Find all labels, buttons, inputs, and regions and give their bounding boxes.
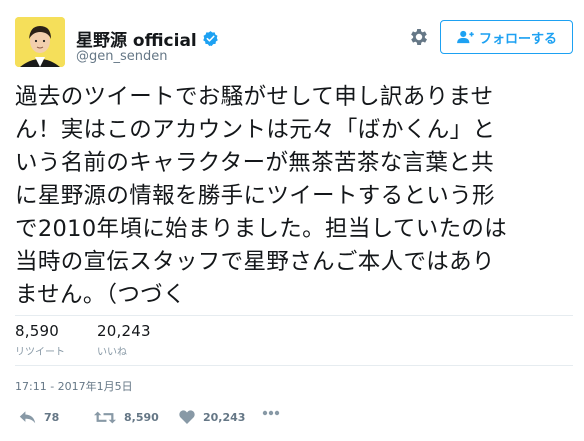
divider (15, 365, 573, 366)
retweet-label: リツイート (15, 347, 65, 358)
like-label: いいね (97, 347, 127, 358)
avatar[interactable] (15, 17, 65, 67)
retweet-action-count: 8,590 (124, 411, 159, 424)
like-action-count: 20,243 (203, 410, 246, 424)
tweet-text-line: ません。（つづく (15, 282, 186, 308)
verified-badge-icon (202, 30, 219, 47)
retweet-action[interactable]: 8,590 (94, 410, 159, 425)
display-name-text: 星野源 official (76, 31, 197, 51)
retweet-stat[interactable]: 8,590 リツイート (15, 322, 65, 358)
retweet-count: 8,590 (15, 322, 59, 340)
tweet-text: 過去のツイートでお騒がせして申し訳ありませ ん！実はこのアカウントは元々「ばかく… (15, 81, 573, 312)
tweet-text-line: で2010年頃に始まりました。担当していたのは (15, 216, 508, 242)
user-handle[interactable]: @gen_senden (76, 49, 168, 64)
gear-icon[interactable] (408, 26, 430, 48)
like-action[interactable]: 20,243 (179, 410, 245, 424)
follow-button[interactable]: フォローする (440, 20, 573, 54)
tweet-text-line: 過去のツイートでお騒がせして申し訳ありませ (15, 84, 494, 110)
tweet-text-line: 当時の宣伝スタッフで星野さんご本人ではあり (15, 249, 495, 275)
like-stat[interactable]: 20,243 いいね (97, 322, 151, 358)
reply-action[interactable]: 78 (19, 410, 59, 424)
timestamp[interactable]: 17:11 - 2017年1月5日 (15, 378, 133, 394)
display-name[interactable]: 星野源 official (76, 26, 219, 51)
retweet-icon (94, 411, 116, 424)
follow-button-label: フォローする (478, 31, 557, 47)
tweet-text-line: いう名前のキャラクターが無茶苦茶な言葉と共 (15, 150, 494, 176)
more-action[interactable] (262, 410, 280, 416)
reply-icon (19, 411, 36, 424)
divider (15, 315, 573, 316)
more-dots-icon (262, 410, 280, 416)
tweet-text-line: に星野源の情報を勝手にツイートするという形 (15, 183, 495, 209)
tweet-card: 星野源 official @gen_senden フォローする 過去のツイートで… (0, 0, 584, 441)
heart-icon (179, 410, 195, 424)
reply-count: 78 (44, 410, 60, 424)
add-user-icon (457, 30, 474, 44)
like-count: 20,243 (97, 322, 151, 340)
avatar-illustration (15, 17, 65, 67)
tweet-text-line: ん！実はこのアカウントは元々「ばかくん」と (15, 117, 496, 143)
